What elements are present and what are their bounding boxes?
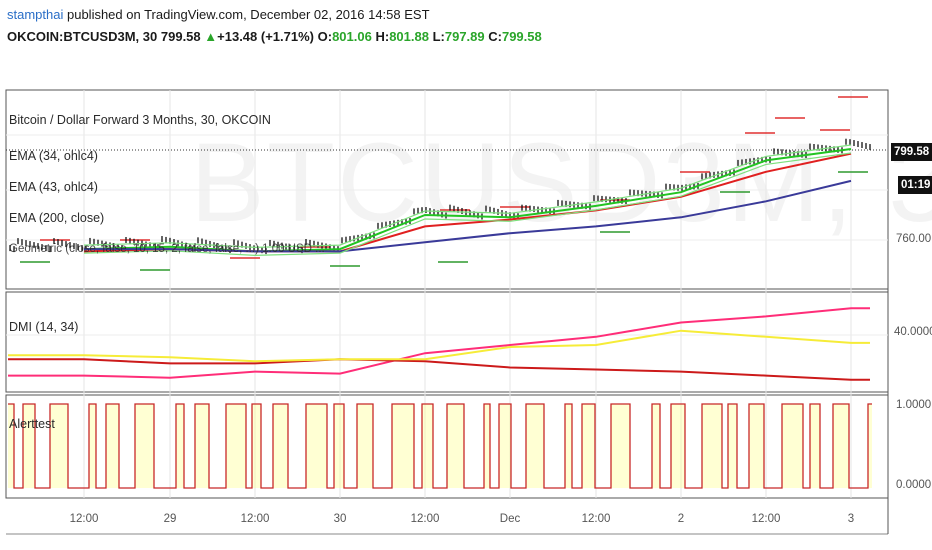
dmi-pane-title[interactable]: DMI (14, 34) (9, 320, 78, 334)
alert-fill (357, 404, 373, 488)
dmi-tick: 40.0000 (894, 326, 932, 338)
last-price-tag: 799.58 (891, 143, 932, 161)
dmi-plus-line (8, 307, 870, 379)
alert-fill (392, 404, 414, 488)
alert-fill (810, 404, 820, 488)
chart-canvas[interactable] (0, 0, 932, 550)
time-tick: 30 (333, 513, 347, 525)
alert-fill (652, 404, 660, 488)
ema-ribbon-line (83, 144, 852, 249)
alert-fill (782, 404, 803, 488)
alert-fill (526, 404, 544, 488)
ema34-line (83, 148, 852, 253)
alert-pane-title[interactable]: Alerttest (9, 417, 55, 431)
alert-fill (273, 404, 288, 488)
time-tick: 12:00 (240, 513, 270, 525)
alert-fill (89, 404, 96, 488)
study-ema200[interactable]: EMA (200, close) (9, 211, 104, 225)
time-tick: 29 (163, 513, 177, 525)
alert-fill (833, 404, 849, 488)
time-tick: 2 (677, 513, 685, 525)
alert-fill (611, 404, 630, 488)
alert-fill (334, 404, 344, 488)
alert-lines (8, 403, 872, 489)
alert-fill (499, 404, 511, 488)
price-tick: 760.00 (896, 233, 932, 245)
alert-fill (447, 404, 464, 488)
alert-fill (671, 404, 685, 488)
alert-fill (702, 404, 722, 488)
alert-fill (422, 404, 433, 488)
study-ema34[interactable]: EMA (34, ohlc4) (9, 149, 98, 163)
time-tick: 12:00 (410, 513, 440, 525)
price-bars (9, 138, 871, 255)
alert-fill (135, 404, 154, 488)
dmi-lines (8, 307, 870, 381)
alert-fill (176, 404, 184, 488)
alert-fill (252, 404, 261, 488)
alert-fill (106, 404, 119, 488)
ema-lines (83, 144, 852, 257)
alert-fill (728, 404, 737, 488)
alert-tick-bottom: 0.0000 (896, 479, 932, 491)
alert-fill (582, 404, 595, 488)
study-ema43[interactable]: EMA (43, ohlc4) (9, 180, 98, 194)
alert-tick-top: 1.0000 (896, 399, 932, 411)
alert-fill (749, 404, 764, 488)
study-geometric[interactable]: Geometric (close, false, 10, 15, 2, fals… (9, 243, 325, 255)
time-tick: 3 (847, 513, 855, 525)
main-pane-title[interactable]: Bitcoin / Dollar Forward 3 Months, 30, O… (9, 113, 271, 127)
time-tick: 12:00 (581, 513, 611, 525)
time-tick: 12:00 (751, 513, 781, 525)
alert-fill (226, 404, 246, 488)
alert-fill (484, 404, 490, 488)
alert-fill (195, 404, 209, 488)
bar-countdown-tag: 01:19 (898, 176, 932, 194)
alert-fill (565, 404, 572, 488)
time-tick: Dec (499, 513, 521, 525)
alert-fill (306, 404, 327, 488)
time-tick: 12:00 (69, 513, 99, 525)
